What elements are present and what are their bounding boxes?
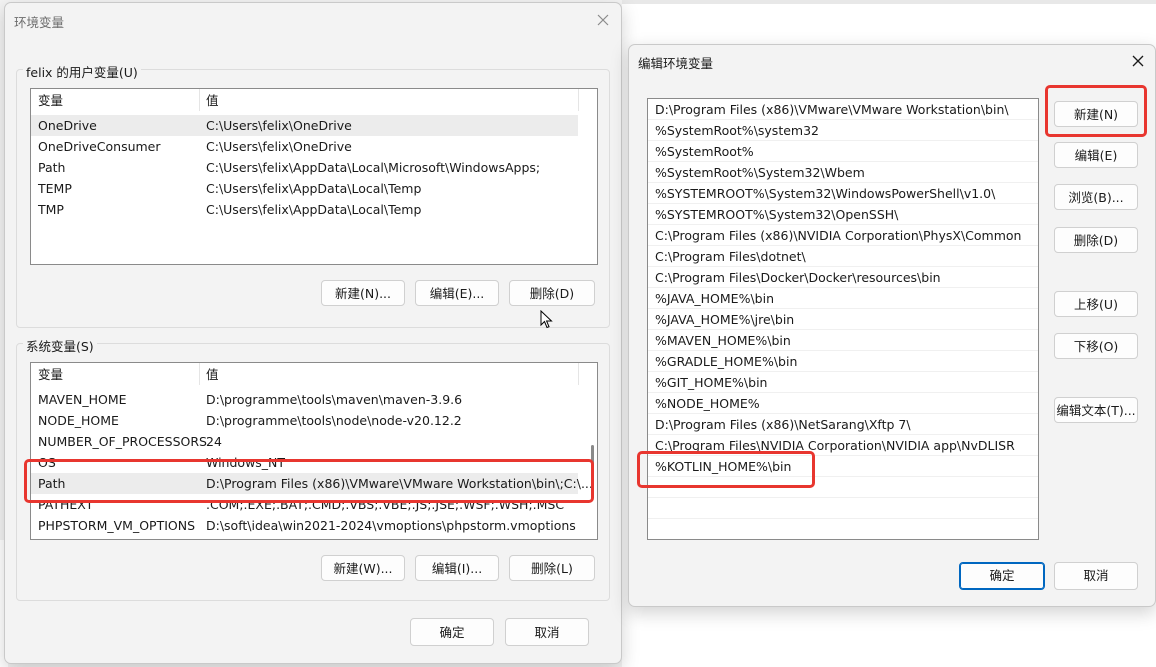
user-var-row[interactable]: OneDriveConsumer C:\Users\felix\OneDrive xyxy=(31,136,578,157)
edit-environment-variable-dialog: 编辑环境变量 D:\Program Files (x86)\VMware\VMw… xyxy=(628,44,1156,607)
path-item-empty[interactable] xyxy=(648,477,1038,498)
var-name: PATHEXT xyxy=(38,497,94,512)
var-value: D:\Program Files (x86)\VMware\VMware Wor… xyxy=(206,476,593,491)
path-item[interactable]: %SYSTEMROOT%\System32\WindowsPowerShell\… xyxy=(648,183,1038,204)
mouse-cursor-icon xyxy=(540,310,553,329)
user-var-row[interactable]: OneDrive C:\Users\felix\OneDrive xyxy=(31,115,578,136)
var-name: OneDrive xyxy=(38,118,97,133)
path-list[interactable]: D:\Program Files (x86)\VMware\VMware Wor… xyxy=(647,98,1039,540)
user-var-row[interactable]: Path C:\Users\felix\AppData\Local\Micros… xyxy=(31,157,578,178)
delete-button[interactable]: 删除(D) xyxy=(1054,227,1138,253)
ok-button[interactable]: 确定 xyxy=(410,618,494,646)
var-name: Path xyxy=(38,476,66,491)
edit-text-button[interactable]: 编辑文本(T)... xyxy=(1054,397,1138,423)
path-item-empty[interactable] xyxy=(648,498,1038,519)
var-value: C:\Users\felix\AppData\Local\Temp xyxy=(206,181,422,196)
column-header-variable[interactable]: 变量 xyxy=(31,366,63,384)
path-item[interactable]: C:\Program Files\NVIDIA Corporation\NVID… xyxy=(648,435,1038,456)
var-value: Windows_NT xyxy=(206,455,286,470)
var-name: NODE_HOME xyxy=(38,413,119,428)
list-header: 变量 值 xyxy=(31,363,597,385)
var-name: TMP xyxy=(38,202,64,217)
close-icon[interactable] xyxy=(1126,49,1150,73)
dialog-title: 编辑环境变量 xyxy=(638,56,714,71)
var-value: 24 xyxy=(206,434,222,449)
system-new-button[interactable]: 新建(W)... xyxy=(321,555,405,581)
dialog-title: 环境变量 xyxy=(14,15,65,30)
var-name: TEMP xyxy=(38,181,72,196)
system-var-row[interactable]: MAVEN_HOME D:\programme\tools\maven\mave… xyxy=(31,389,578,410)
var-name: OS xyxy=(38,455,56,470)
system-var-row[interactable]: OS Windows_NT xyxy=(31,452,578,473)
cancel-button[interactable]: 取消 xyxy=(505,618,589,646)
browse-button[interactable]: 浏览(B)... xyxy=(1054,184,1138,210)
var-value: C:\Users\felix\AppData\Local\Microsoft\W… xyxy=(206,160,541,175)
var-value: D:\soft\idea\win2021-2024\vmoptions\phps… xyxy=(206,518,576,533)
ok-button[interactable]: 确定 xyxy=(959,562,1045,590)
path-item[interactable]: %SystemRoot%\System32\Wbem xyxy=(648,162,1038,183)
system-var-row[interactable]: NODE_HOME D:\programme\tools\node\node-v… xyxy=(31,410,578,431)
new-button[interactable]: 新建(N) xyxy=(1054,101,1138,127)
path-item[interactable]: %SystemRoot%\system32 xyxy=(648,120,1038,141)
path-item[interactable]: %MAVEN_HOME%\bin xyxy=(648,330,1038,351)
move-down-button[interactable]: 下移(O) xyxy=(1054,333,1138,359)
var-value: D:\programme\tools\node\node-v20.12.2 xyxy=(206,413,462,428)
path-item[interactable]: C:\Program Files\dotnet\ xyxy=(648,246,1038,267)
column-header-variable[interactable]: 变量 xyxy=(31,92,63,110)
system-delete-button[interactable]: 删除(L) xyxy=(509,555,595,581)
path-item[interactable]: %JAVA_HOME%\bin xyxy=(648,288,1038,309)
column-header-value[interactable]: 值 xyxy=(199,92,219,110)
path-item[interactable]: %SystemRoot% xyxy=(648,141,1038,162)
path-item[interactable]: D:\Program Files (x86)\VMware\VMware Wor… xyxy=(648,99,1038,120)
system-var-row[interactable]: NUMBER_OF_PROCESSORS 24 xyxy=(31,431,578,452)
user-delete-button[interactable]: 删除(D) xyxy=(509,280,595,306)
move-up-button[interactable]: 上移(U) xyxy=(1054,291,1138,317)
column-header-value[interactable]: 值 xyxy=(199,366,219,384)
system-variables-label: 系统变量(S) xyxy=(23,336,97,355)
close-icon[interactable] xyxy=(591,8,615,32)
titlebar: 编辑环境变量 xyxy=(629,45,1155,79)
cancel-button[interactable]: 取消 xyxy=(1054,562,1138,590)
path-item[interactable]: %GIT_HOME%\bin xyxy=(648,372,1038,393)
user-variables-list[interactable]: 变量 值 OneDrive C:\Users\felix\OneDrive On… xyxy=(30,88,598,265)
path-item[interactable]: C:\Program Files\Docker\Docker\resources… xyxy=(648,267,1038,288)
user-var-row[interactable]: TMP C:\Users\felix\AppData\Local\Temp xyxy=(31,199,578,220)
titlebar: 环境变量 xyxy=(5,3,621,37)
var-value: D:\programme\tools\maven\maven-3.9.6 xyxy=(206,392,463,407)
background-window-edge xyxy=(622,0,1156,4)
system-var-row[interactable]: PATHEXT .COM;.EXE;.BAT;.CMD;.VBS;.VBE;.J… xyxy=(31,494,578,515)
system-edit-button[interactable]: 编辑(I)... xyxy=(415,555,499,581)
environment-variables-dialog: 环境变量 felix 的用户变量(U) 变量 值 OneDrive C:\Use… xyxy=(4,2,622,664)
system-var-row[interactable]: PHPSTORM_VM_OPTIONS D:\soft\idea\win2021… xyxy=(31,515,578,536)
system-var-row-path[interactable]: Path D:\Program Files (x86)\VMware\VMwar… xyxy=(31,473,593,494)
path-item[interactable]: C:\Program Files (x86)\NVIDIA Corporatio… xyxy=(648,225,1038,246)
path-item[interactable]: %JAVA_HOME%\jre\bin xyxy=(648,309,1038,330)
var-value: C:\Users\felix\AppData\Local\Temp xyxy=(206,202,422,217)
var-value: C:\Users\felix\OneDrive xyxy=(206,139,352,154)
var-name: OneDriveConsumer xyxy=(38,139,161,154)
var-name: Path xyxy=(38,160,66,175)
user-new-button[interactable]: 新建(N)... xyxy=(321,280,405,306)
var-value: C:\Users\felix\OneDrive xyxy=(206,118,352,133)
path-item[interactable]: %GRADLE_HOME%\bin xyxy=(648,351,1038,372)
list-header: 变量 值 xyxy=(31,89,597,111)
var-name: MAVEN_HOME xyxy=(38,392,127,407)
path-item[interactable]: %SYSTEMROOT%\System32\OpenSSH\ xyxy=(648,204,1038,225)
user-var-row[interactable]: TEMP C:\Users\felix\AppData\Local\Temp xyxy=(31,178,578,199)
user-variables-label: felix 的用户变量(U) xyxy=(23,62,141,81)
var-name: PHPSTORM_VM_OPTIONS xyxy=(38,518,196,533)
scrollbar-thumb[interactable] xyxy=(591,445,594,487)
system-variables-list[interactable]: 变量 值 MAVEN_HOME D:\programme\tools\maven… xyxy=(30,362,598,540)
path-item[interactable]: %NODE_HOME% xyxy=(648,393,1038,414)
path-item[interactable]: D:\Program Files (x86)\NetSarang\Xftp 7\ xyxy=(648,414,1038,435)
path-item-kotlin[interactable]: %KOTLIN_HOME%\bin xyxy=(648,456,1038,477)
var-name: NUMBER_OF_PROCESSORS xyxy=(38,434,207,449)
var-value: .COM;.EXE;.BAT;.CMD;.VBS;.VBE;.JS;.JSE;.… xyxy=(206,497,565,512)
user-edit-button[interactable]: 编辑(E)... xyxy=(415,280,499,306)
edit-button[interactable]: 编辑(E) xyxy=(1054,142,1138,168)
